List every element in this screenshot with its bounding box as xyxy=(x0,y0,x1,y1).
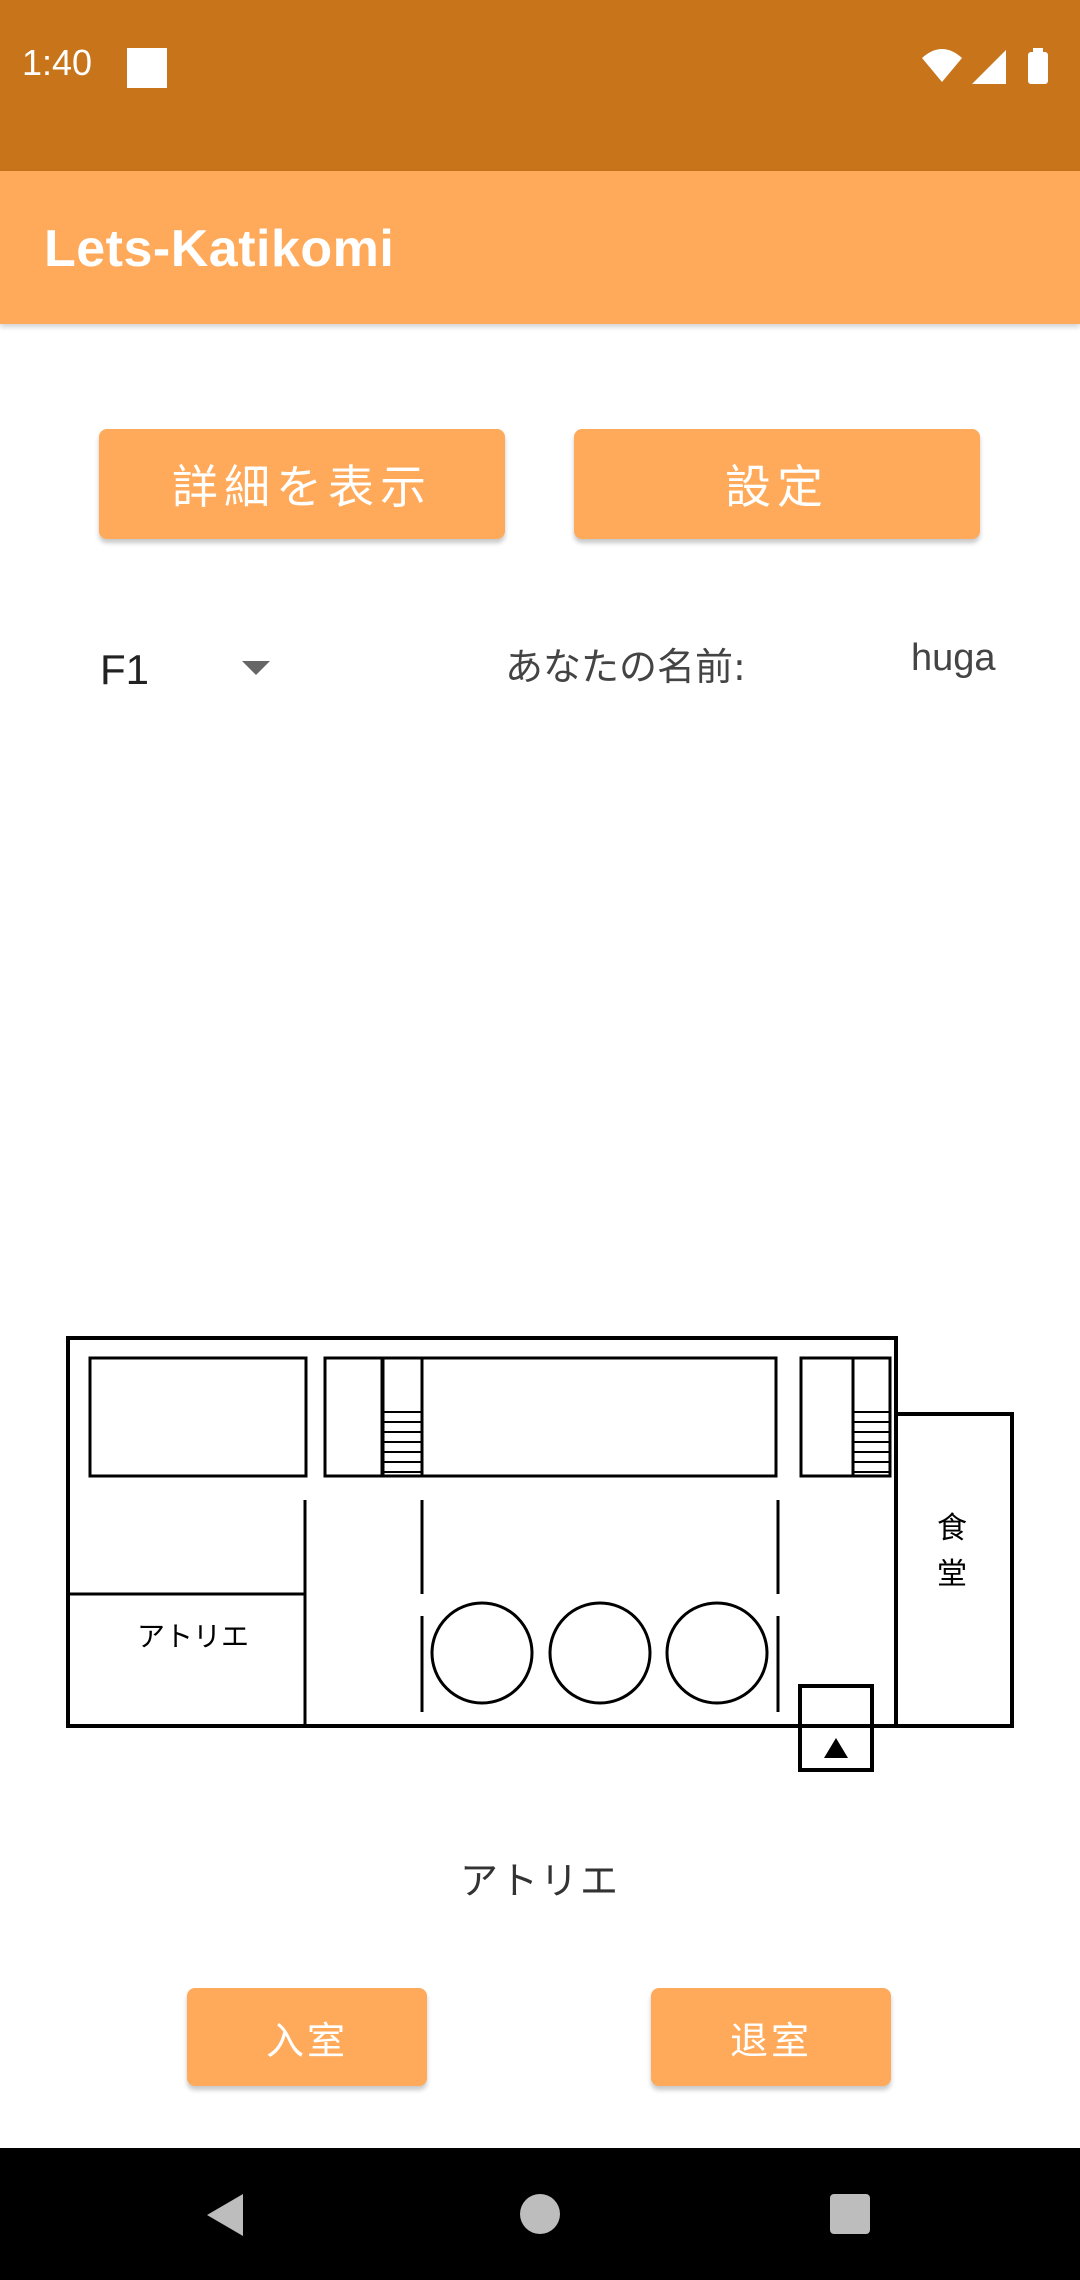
floor-spinner[interactable]: F1 xyxy=(100,630,280,710)
floor-map[interactable]: アトリエ 食 堂 xyxy=(60,1330,1020,1780)
room-top-left xyxy=(88,1356,308,1478)
navigation-bar xyxy=(0,2148,1080,2280)
signal-icon xyxy=(972,50,1006,84)
show-details-button[interactable]: 詳細を表示 xyxy=(99,429,505,539)
settings-button[interactable]: 設定 xyxy=(574,429,980,539)
wifi-icon xyxy=(922,49,962,82)
table-3 xyxy=(665,1601,769,1705)
room-label-atelier: アトリエ xyxy=(137,1620,249,1653)
table-1 xyxy=(430,1601,534,1705)
room-top-right-small xyxy=(799,1356,855,1478)
table-2 xyxy=(548,1601,652,1705)
stairs-left xyxy=(380,1356,424,1478)
stairs-right xyxy=(851,1356,892,1478)
room-label-cafeteria-2: 堂 xyxy=(937,1557,967,1592)
room-top-mid-small xyxy=(323,1356,385,1478)
user-name-label: あなたの名前: xyxy=(505,645,746,689)
back-icon[interactable] xyxy=(207,2194,243,2236)
recents-icon[interactable] xyxy=(830,2194,870,2234)
app-bar: Lets-Katikomi xyxy=(0,171,1080,324)
screen: 1:40 Lets-Katikomi 詳細を表示 設定 F1 あなたの名前: h… xyxy=(0,0,1080,2280)
selected-room-label: アトリエ xyxy=(459,1859,620,1903)
notification-icon xyxy=(127,48,167,88)
room-label-cafeteria-1: 食 xyxy=(937,1511,967,1546)
battery-icon xyxy=(1028,52,1048,84)
user-name-value: huga xyxy=(911,637,996,679)
room-top-center xyxy=(420,1356,778,1478)
app-title: Lets-Katikomi xyxy=(44,220,395,278)
status-icons xyxy=(922,48,1048,84)
dropdown-arrow-icon xyxy=(242,661,270,675)
status-bar: 1:40 xyxy=(0,0,1080,171)
enter-room-button[interactable]: 入室 xyxy=(187,1988,427,2086)
home-icon[interactable] xyxy=(520,2194,560,2234)
exit-room-button[interactable]: 退室 xyxy=(651,1988,891,2086)
up-arrow-icon xyxy=(824,1738,848,1758)
status-time: 1:40 xyxy=(22,42,93,83)
floor-spinner-value: F1 xyxy=(100,646,150,693)
